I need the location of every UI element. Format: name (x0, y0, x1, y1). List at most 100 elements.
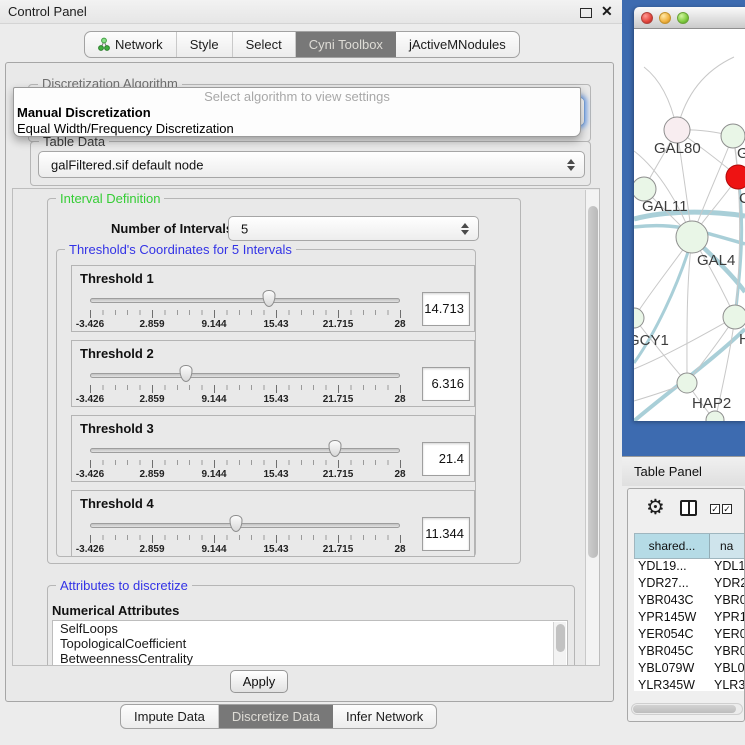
tick-label: -3.426 (76, 394, 104, 405)
threshold-1-slider[interactable]: -3.426 2.859 9.144 15.43 21.715 28 (90, 266, 400, 333)
list-item[interactable]: SelfLoops (53, 621, 567, 636)
threshold-4-value-field[interactable]: 11.344 (422, 517, 470, 551)
attributes-group: Attributes to discretize Numerical Attri… (47, 585, 575, 666)
columns-icon[interactable] (680, 500, 697, 516)
table-row[interactable]: YPR145WYPR1 (634, 610, 745, 627)
control-panel-titlebar: Control Panel ✕ (0, 0, 622, 24)
threshold-4-slider[interactable]: -3.426 2.859 9.144 15.43 21.715 28 (90, 491, 400, 558)
numerical-attributes-label: Numerical Attributes (52, 603, 179, 618)
number-of-intervals-combobox[interactable]: 5 (228, 216, 479, 241)
tab-select[interactable]: Select (233, 32, 296, 57)
slider-ticks (90, 535, 401, 543)
float-panel-button[interactable] (580, 8, 592, 18)
table-header-row: shared... na (634, 533, 745, 559)
tick-label: 15.43 (263, 319, 288, 330)
close-panel-icon[interactable]: ✕ (601, 3, 613, 20)
gear-icon[interactable]: ⚙ (646, 495, 665, 520)
tab-cyni-toolbox[interactable]: Cyni Toolbox (296, 32, 396, 57)
interval-definition-group: Interval Definition Number of Intervals … (47, 198, 521, 564)
tab-infer-network[interactable]: Infer Network (333, 705, 436, 728)
slider-ticks (90, 310, 401, 318)
node-table: shared... na YDL19...YDL1 YDR27...YDR2 Y… (634, 533, 745, 691)
tick-label: 15.43 (263, 469, 288, 480)
slider-thumb[interactable] (229, 515, 242, 532)
zoom-window-icon[interactable] (677, 12, 689, 24)
slider-thumb[interactable] (262, 290, 275, 307)
tick-label: 15.43 (263, 394, 288, 405)
slider-track[interactable] (90, 523, 400, 528)
node-label-gal80: GAL80 (654, 140, 701, 157)
tab-impute-data[interactable]: Impute Data (121, 705, 219, 728)
node-h[interactable] (723, 305, 745, 329)
dropdown-item-equal-width-frequency[interactable]: Equal Width/Frequency Discretization (14, 121, 580, 137)
close-window-icon[interactable] (641, 12, 653, 24)
tick-label: 2.859 (139, 394, 164, 405)
table-row[interactable]: YBR045CYBR0 (634, 644, 745, 661)
slider-track[interactable] (90, 373, 400, 378)
list-item[interactable]: BetweennessCentrality (53, 651, 567, 666)
minimize-window-icon[interactable] (659, 12, 671, 24)
table-row[interactable]: YDL19...YDL1 (634, 559, 745, 576)
tab-style[interactable]: Style (177, 32, 233, 57)
threshold-3-value-field[interactable]: 21.4 (422, 442, 470, 476)
tick-label: 9.144 (201, 319, 226, 330)
list-item[interactable]: TopologicalCoefficient (53, 636, 567, 651)
tab-jactivemnodules[interactable]: jActiveMNodules (396, 32, 519, 57)
node-gcy1[interactable] (634, 308, 644, 328)
node-label-gal4: GAL4 (697, 252, 735, 269)
dropdown-item-placeholder[interactable]: Select algorithm to view settings (14, 88, 580, 105)
network-canvas[interactable]: GAL80 GA C GAL11 GAL4 GCY1 H HAP2 (634, 29, 745, 421)
slider-track[interactable] (90, 448, 400, 453)
table-panel-title: Table Panel (634, 464, 702, 479)
slider-thumb[interactable] (328, 440, 341, 457)
table-panel-header: Table Panel (622, 456, 745, 486)
network-window-titlebar[interactable] (634, 7, 745, 29)
column-header-name[interactable]: na (710, 534, 745, 558)
tick-label: 28 (394, 544, 405, 555)
settings-scrollbar[interactable] (585, 190, 600, 665)
table-row[interactable]: YBR043CYBR0 (634, 593, 745, 610)
network-icon (98, 37, 110, 52)
tick-label: -3.426 (76, 544, 104, 555)
table-toolbar: ⚙ ✓ ✓ (628, 489, 745, 529)
checkbox-icon[interactable]: ✓ (710, 504, 720, 514)
table-row[interactable]: YBL079WYBL0 (634, 661, 745, 678)
table-row[interactable]: YER054CYER0 (634, 627, 745, 644)
table-data-combobox[interactable]: galFiltered.sif default node (38, 151, 585, 178)
algorithm-dropdown-popup: Select algorithm to view settings Manual… (13, 87, 581, 137)
table-horizontal-scrollbar[interactable] (631, 703, 743, 715)
node-gal4[interactable] (676, 221, 708, 253)
table-row[interactable]: YDR27...YDR2 (634, 576, 745, 593)
tab-network[interactable]: Network (85, 32, 177, 57)
column-header-shared-name[interactable]: shared... (635, 534, 710, 558)
tick-label: 28 (394, 394, 405, 405)
tab-discretize-data[interactable]: Discretize Data (219, 705, 333, 728)
apply-button[interactable]: Apply (230, 670, 288, 693)
tick-label: 21.715 (323, 319, 354, 330)
tick-label: 21.715 (323, 469, 354, 480)
node-label-gcy1: GCY1 (634, 332, 669, 349)
slider-thumb[interactable] (180, 365, 193, 382)
tick-label: 2.859 (139, 544, 164, 555)
tick-label: 28 (394, 319, 405, 330)
attributes-group-title: Attributes to discretize (56, 578, 192, 593)
threshold-1-value-field[interactable]: 14.713 (422, 292, 470, 326)
tick-label: -3.426 (76, 319, 104, 330)
cyni-bottom-tabbar: Impute Data Discretize Data Infer Networ… (120, 704, 437, 729)
tick-label: 28 (394, 469, 405, 480)
table-row[interactable]: YLR345WYLR3 (634, 678, 745, 691)
node-hap2[interactable] (677, 373, 697, 393)
list-scrollbar[interactable] (553, 622, 566, 666)
checkbox-icon[interactable]: ✓ (722, 504, 732, 514)
threshold-2-slider[interactable]: -3.426 2.859 9.144 15.43 21.715 28 (90, 341, 400, 408)
threshold-3-slider[interactable]: -3.426 2.859 9.144 15.43 21.715 28 (90, 416, 400, 483)
slider-track[interactable] (90, 298, 400, 303)
thresholds-group-title: Threshold's Coordinates for 5 Intervals (65, 242, 296, 257)
node-label-cut-red: C (739, 190, 745, 207)
threshold-2-value-field[interactable]: 6.316 (422, 367, 470, 401)
dropdown-item-manual-discretization[interactable]: Manual Discretization (14, 105, 580, 121)
node-label-hap2: HAP2 (692, 395, 731, 412)
node-selected-red[interactable] (726, 165, 745, 189)
combo-arrows-icon (461, 223, 469, 235)
tick-label: 21.715 (323, 394, 354, 405)
